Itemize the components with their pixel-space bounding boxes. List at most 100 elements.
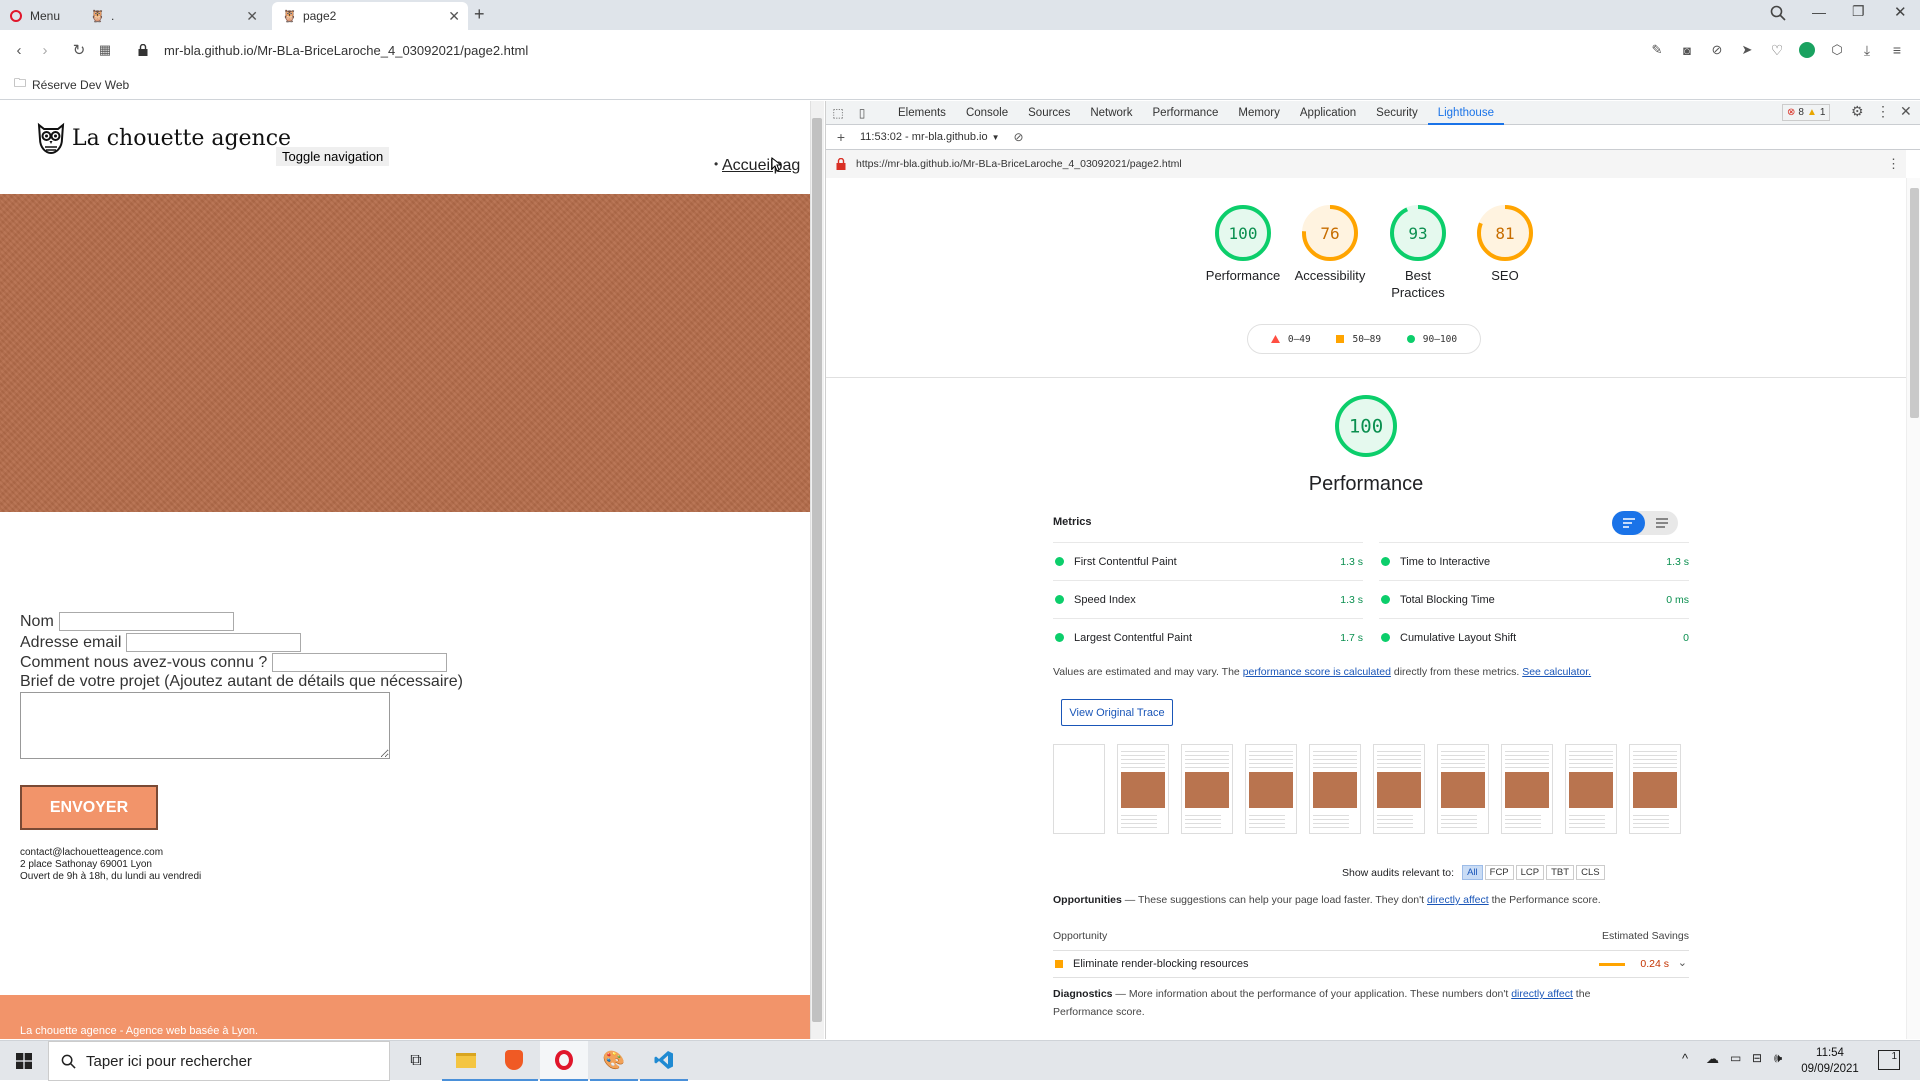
nav-link-accueil[interactable]: Accueilpag — [722, 157, 800, 175]
tab-performance[interactable]: Performance — [1143, 101, 1229, 125]
gauge-accessibility[interactable]: 76 Accessibility — [1285, 203, 1375, 284]
nom-input[interactable] — [58, 612, 234, 631]
view-original-trace-button[interactable]: View Original Trace — [1061, 699, 1173, 726]
lock-icon[interactable] — [130, 37, 156, 63]
score-calculated-link[interactable]: performance score is calculated — [1243, 666, 1391, 678]
tab-owl[interactable]: 🦉 . ✕ — [80, 2, 266, 30]
url-field[interactable]: mr-bla.github.io/Mr-BLa-BriceLaroche_4_0… — [164, 43, 528, 58]
bookmark-reserve-dev-web[interactable]: Réserve Dev Web — [32, 78, 129, 92]
camera-icon[interactable]: ◙ — [1674, 37, 1700, 63]
account-icon[interactable] — [1794, 37, 1820, 63]
report-menu-icon[interactable]: ⋮ — [1887, 156, 1900, 172]
restore-window-button[interactable]: ❐ — [1852, 3, 1865, 20]
toggle-navigation-button[interactable]: Toggle navigation — [275, 146, 391, 167]
close-tab-icon[interactable]: ✕ — [448, 8, 460, 25]
tab-search-icon[interactable] — [1770, 5, 1786, 21]
adblock-icon[interactable]: ⊘ — [1704, 37, 1730, 63]
taskbar-search[interactable]: Taper ici pour rechercher — [48, 1041, 390, 1081]
windows-start-icon[interactable] — [0, 1041, 48, 1081]
onedrive-cloud-icon[interactable]: ☁ — [1706, 1051, 1719, 1067]
warning-count: 1 — [1819, 107, 1826, 118]
clear-reports-icon[interactable]: ⊘ — [1014, 130, 1024, 144]
gauge-best-practices[interactable]: 93 Best Practices — [1373, 203, 1463, 301]
devtools-scrollbar-thumb[interactable] — [1910, 188, 1919, 418]
chip-lcp[interactable]: LCP — [1515, 865, 1545, 880]
network-icon[interactable]: ⊟ — [1752, 1051, 1762, 1065]
battery-icon[interactable]: ▭ — [1730, 1051, 1741, 1065]
forward-icon[interactable]: › — [32, 37, 58, 63]
chip-fcp[interactable]: FCP — [1484, 865, 1514, 880]
metrics-view-toggle[interactable] — [1612, 511, 1678, 535]
settings-gear-icon[interactable]: ⚙ — [1851, 103, 1864, 120]
opportunity-row[interactable]: Eliminate render-blocking resources 0.24… — [1053, 950, 1689, 978]
download-icon[interactable]: ⤓ — [1854, 37, 1880, 63]
inspect-element-icon[interactable]: ⬚ — [826, 100, 850, 126]
diag-desc-text: — More information about the performance… — [1112, 988, 1512, 1000]
easy-setup-icon[interactable]: ≡ — [1884, 37, 1910, 63]
heart-icon[interactable]: ♡ — [1764, 37, 1790, 63]
file-explorer-icon[interactable] — [442, 1041, 490, 1081]
issues-counter[interactable]: ⊗ 8 ▲ 1 — [1782, 104, 1831, 121]
tab-elements[interactable]: Elements — [888, 101, 956, 125]
paint-app-icon[interactable]: 🎨 — [590, 1041, 638, 1081]
notifications-icon[interactable]: 1 — [1878, 1050, 1900, 1070]
close-tab-icon[interactable]: ✕ — [246, 8, 258, 25]
chip-cls[interactable]: CLS — [1576, 865, 1605, 880]
metric-name: Cumulative Layout Shift — [1400, 631, 1517, 644]
page-scrollbar-thumb[interactable] — [812, 118, 822, 1022]
reload-icon[interactable]: ↻ — [66, 37, 92, 63]
tab-page2[interactable]: 🦉 page2 ✕ — [272, 2, 468, 30]
tab-sources[interactable]: Sources — [1018, 101, 1080, 125]
chevron-down-icon[interactable]: ⌄ — [1678, 956, 1687, 969]
legend-average: 50–89 — [1336, 334, 1381, 345]
minimize-window-button[interactable]: — — [1812, 4, 1826, 20]
extension-cube-icon[interactable]: ⬡ — [1824, 37, 1850, 63]
tab-memory[interactable]: Memory — [1228, 101, 1290, 125]
directly-affect-link[interactable]: directly affect — [1427, 894, 1489, 906]
show-hidden-icons-chevron-icon[interactable]: ^ — [1682, 1051, 1688, 1066]
volume-icon[interactable]: 🕪 — [1774, 1050, 1782, 1066]
device-toolbar-icon[interactable]: ▯ — [850, 100, 874, 126]
opportunities-title: Opportunities — [1053, 894, 1122, 906]
task-view-icon[interactable]: ⧉ — [392, 1041, 440, 1081]
tab-application[interactable]: Application — [1290, 101, 1366, 125]
chip-all[interactable]: All — [1462, 865, 1483, 880]
brief-textarea[interactable] — [20, 692, 390, 759]
report-select[interactable]: 11:53:02 - mr-bla.github.io ▼ — [860, 131, 1000, 143]
email-input[interactable] — [126, 633, 302, 652]
kebab-menu-icon[interactable]: ⋮ — [1876, 103, 1890, 120]
directly-affect-link[interactable]: directly affect — [1511, 988, 1573, 1000]
gauge-ring: 93 — [1390, 205, 1446, 261]
new-tab-button[interactable]: + — [474, 4, 485, 25]
opera-browser-icon[interactable] — [540, 1041, 588, 1081]
tab-lighthouse[interactable]: Lighthouse — [1427, 101, 1504, 125]
vscode-icon[interactable] — [640, 1041, 688, 1081]
source-input[interactable] — [272, 653, 448, 672]
speed-dial-icon[interactable]: ▦ — [92, 37, 118, 63]
gauge-seo[interactable]: 81 SEO — [1460, 203, 1550, 284]
brave-browser-icon[interactable] — [490, 1041, 538, 1081]
tab-security[interactable]: Security — [1366, 101, 1428, 125]
new-report-icon[interactable]: + — [830, 124, 852, 150]
expanded-view-icon[interactable] — [1612, 511, 1645, 535]
tab-network[interactable]: Network — [1080, 101, 1142, 125]
mouse-cursor-icon — [771, 157, 781, 172]
close-devtools-icon[interactable]: ✕ — [1900, 103, 1912, 120]
see-calculator-link[interactable]: See calculator. — [1522, 666, 1591, 678]
taskbar-clock[interactable]: 11:54 09/09/2021 — [1790, 1045, 1870, 1077]
send-button[interactable]: ENVOYER — [20, 785, 158, 830]
tab-console[interactable]: Console — [956, 101, 1018, 125]
devtools-scrollbar[interactable] — [1906, 178, 1920, 1039]
back-icon[interactable]: ‹ — [6, 37, 32, 63]
gauge-performance[interactable]: 100 Performance — [1198, 203, 1288, 284]
windows-taskbar: Taper ici pour rechercher ⧉ 🎨 ^ ☁ ▭ ⊟ 🕪 … — [0, 1040, 1920, 1081]
site-brand[interactable]: La chouette agence — [36, 121, 291, 155]
send-icon[interactable]: ➤ — [1734, 37, 1760, 63]
edit-icon[interactable]: ✎ — [1644, 37, 1670, 63]
opportunities-description: Opportunities — These suggestions can he… — [1053, 894, 1601, 906]
tab-menu[interactable]: Menu — [0, 2, 80, 30]
chip-tbt[interactable]: TBT — [1546, 865, 1575, 880]
report-url[interactable]: https://mr-bla.github.io/Mr-BLa-BriceLar… — [856, 158, 1182, 170]
list-view-icon[interactable] — [1645, 511, 1678, 535]
close-window-button[interactable]: ✕ — [1894, 3, 1907, 21]
